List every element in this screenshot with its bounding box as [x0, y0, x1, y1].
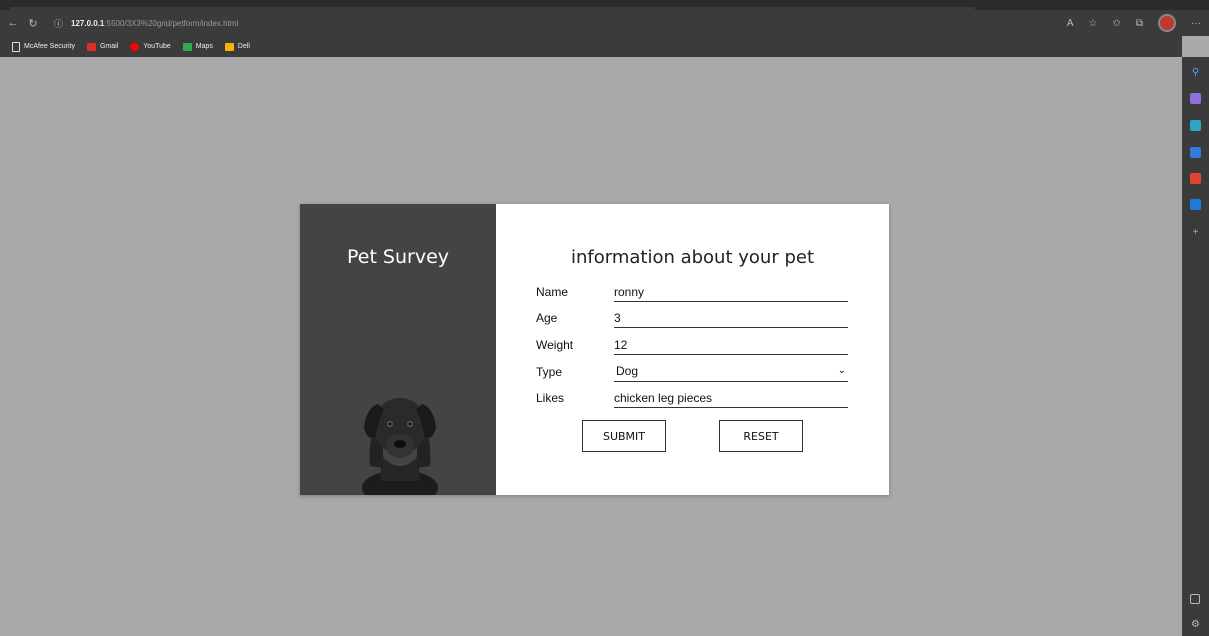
- puppy-image: [362, 398, 438, 495]
- toolbar-right: A ☆ ✩ ⧉ ···: [1067, 10, 1201, 36]
- bookmark-dell[interactable]: Dell: [224, 42, 250, 51]
- chevron-down-icon: ⌄: [837, 365, 846, 376]
- likes-row: Likes: [536, 389, 848, 409]
- type-label: Type: [536, 365, 563, 379]
- back-icon[interactable]: ←: [6, 17, 20, 29]
- weight-input[interactable]: [614, 336, 848, 355]
- edge-sidebar: ⚲ + ⚙: [1182, 57, 1209, 636]
- add-favorite-icon[interactable]: ☆: [1089, 18, 1098, 29]
- age-label: Age: [536, 311, 558, 325]
- collections-icon[interactable]: ⧉: [1136, 18, 1143, 29]
- weight-row: Weight: [536, 336, 848, 356]
- submit-button[interactable]: SUBMIT: [582, 420, 666, 452]
- age-input[interactable]: [614, 309, 848, 328]
- survey-form: information about your pet Name Age Weig…: [496, 204, 889, 495]
- name-label: Name: [536, 285, 569, 299]
- survey-sidebar: Pet Survey: [300, 204, 496, 495]
- bookmark-mcafee[interactable]: McAfee Security: [12, 41, 75, 52]
- read-aloud-icon[interactable]: A: [1067, 18, 1074, 29]
- bookmark-label: YouTube: [143, 43, 171, 50]
- youtube-icon: [130, 42, 140, 51]
- address-bar: ← ↻ ⓘ 127.0.0.1:5500/3X3%20grid/petform/…: [0, 10, 1209, 36]
- more-icon[interactable]: ···: [1191, 18, 1201, 29]
- office-icon[interactable]: [1190, 173, 1201, 184]
- likes-input[interactable]: [614, 389, 848, 408]
- refresh-icon[interactable]: ↻: [26, 17, 40, 30]
- name-input[interactable]: [614, 283, 848, 302]
- reset-button[interactable]: RESET: [719, 420, 803, 452]
- bookmark-label: Gmail: [99, 43, 119, 50]
- bookmark-label: Maps: [195, 43, 213, 50]
- info-icon[interactable]: ⓘ: [54, 17, 63, 30]
- tools-icon[interactable]: [1190, 120, 1201, 131]
- search-icon[interactable]: ⚲: [1190, 67, 1201, 78]
- sidebar-toggle-icon[interactable]: [1190, 594, 1200, 604]
- url-field[interactable]: 127.0.0.1:5500/3X3%20grid/petform/index.…: [71, 19, 238, 28]
- bookmark-label: Dell: [237, 43, 250, 50]
- url-host: 127.0.0.1: [71, 18, 105, 28]
- gmail-icon: [86, 42, 96, 51]
- favorites-icon[interactable]: ✩: [1112, 18, 1120, 29]
- panel-title: Pet Survey: [346, 246, 450, 268]
- bookmark-maps[interactable]: Maps: [182, 42, 213, 51]
- name-row: Name: [536, 283, 848, 303]
- form-title: information about your pet: [570, 247, 815, 268]
- folder-icon: [224, 42, 234, 51]
- copilot-icon[interactable]: [1190, 93, 1201, 104]
- games-icon[interactable]: [1190, 147, 1201, 158]
- type-selected-value: Dog: [616, 364, 639, 378]
- settings-icon[interactable]: ⚙: [1190, 619, 1201, 630]
- bookmark-gmail[interactable]: Gmail: [86, 42, 119, 51]
- likes-label: Likes: [536, 391, 565, 405]
- outlook-icon[interactable]: [1190, 199, 1201, 210]
- add-icon[interactable]: +: [1190, 227, 1201, 238]
- maps-icon: [182, 42, 192, 51]
- bookmark-youtube[interactable]: YouTube: [130, 42, 171, 51]
- age-row: Age: [536, 309, 848, 329]
- pet-survey-card: Pet Survey information about your pet Na…: [300, 204, 889, 495]
- weight-label: Weight: [536, 338, 574, 352]
- bookmarks-bar: McAfee Security Gmail YouTube Maps Dell: [0, 36, 1182, 57]
- url-path: :5500/3X3%20grid/petform/index.html: [104, 18, 239, 28]
- bookmark-label: McAfee Security: [24, 43, 75, 50]
- type-select[interactable]: Dog ⌄: [614, 363, 848, 382]
- profile-avatar[interactable]: [1158, 14, 1176, 32]
- page-icon: [12, 41, 20, 52]
- tab-strip: [0, 0, 1209, 10]
- type-row: Type Dog ⌄: [536, 363, 848, 383]
